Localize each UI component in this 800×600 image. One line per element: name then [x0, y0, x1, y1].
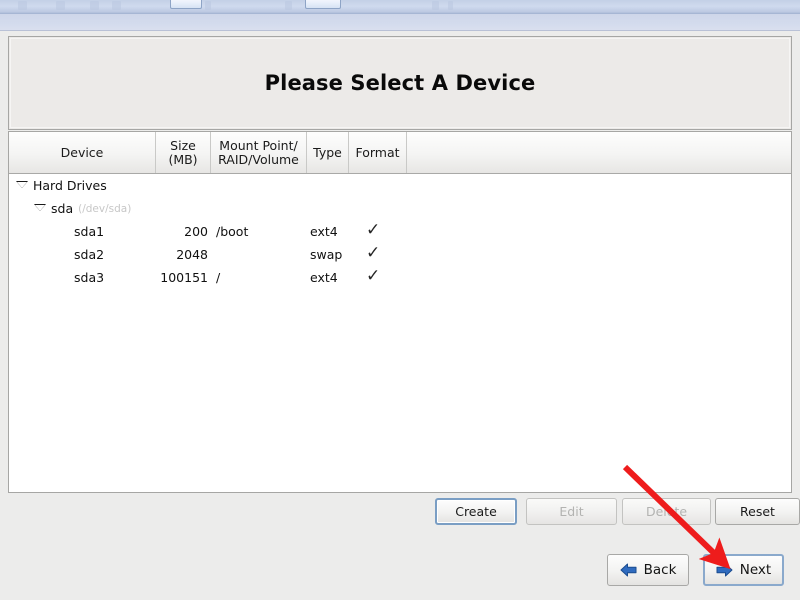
column-header-spacer	[407, 132, 791, 173]
window-chrome-band	[0, 14, 800, 31]
device-path-label: (/dev/sda)	[78, 202, 132, 215]
column-header-mount-line2: RAID/Volume	[218, 151, 299, 167]
table-header-row: Device Size (MB) Mount Point/ RAID/Volum…	[9, 132, 791, 174]
size-value: 100151	[160, 270, 208, 285]
app-window: Please Select A Device Device Size (MB) …	[0, 0, 800, 600]
device-label: sda3	[74, 270, 105, 285]
column-header-type[interactable]: Type	[307, 132, 349, 173]
device-label: sda1	[74, 224, 105, 239]
expander-triangle-icon[interactable]	[16, 180, 28, 191]
table-row[interactable]: sda2 2048 swap ✓	[9, 243, 791, 266]
next-button[interactable]: Next	[703, 554, 784, 586]
title-panel: Please Select A Device	[8, 36, 792, 130]
size-value: 2048	[176, 247, 208, 262]
table-row[interactable]: sda1 200 /boot ext4 ✓	[9, 220, 791, 243]
reset-button[interactable]: Reset	[715, 498, 800, 525]
mount-value: /boot	[216, 224, 249, 239]
format-checkmark-icon: ✓	[366, 220, 381, 240]
table-row[interactable]: Hard Drives	[9, 174, 791, 197]
create-button[interactable]: Create	[435, 498, 517, 525]
next-button-label: Next	[739, 562, 772, 578]
chrome-entry-2	[305, 0, 341, 9]
format-checkmark-icon: ✓	[366, 266, 381, 286]
back-button[interactable]: Back	[607, 554, 689, 586]
device-label: sda2	[74, 247, 105, 262]
arrow-left-icon	[620, 563, 637, 577]
device-tree: Hard Drives sda (/dev/sda) sda1 200 /boo…	[9, 174, 791, 492]
expander-triangle-icon[interactable]	[34, 203, 46, 214]
column-header-mount-point[interactable]: Mount Point/ RAID/Volume	[211, 132, 307, 173]
navigation-button-bar: Back Next	[0, 554, 800, 588]
device-label: sda	[51, 201, 74, 216]
column-header-size-line2: (MB)	[168, 151, 198, 167]
device-table-panel: Device Size (MB) Mount Point/ RAID/Volum…	[8, 131, 792, 493]
edit-button: Edit	[526, 498, 617, 525]
column-header-size-line1: Size	[170, 137, 196, 153]
table-row[interactable]: sda3 100151 / ext4 ✓	[9, 266, 791, 289]
column-header-format[interactable]: Format	[349, 132, 407, 173]
chrome-entry-1	[170, 0, 202, 9]
action-button-bar: Create Edit Delete Reset	[8, 498, 800, 527]
delete-button: Delete	[622, 498, 711, 525]
type-value: swap	[310, 247, 343, 262]
mount-value: /	[216, 270, 221, 285]
back-button-label: Back	[643, 562, 677, 578]
window-chrome-strip	[0, 0, 800, 14]
format-checkmark-icon: ✓	[366, 243, 381, 263]
type-value: ext4	[310, 270, 338, 285]
column-header-size[interactable]: Size (MB)	[156, 132, 211, 173]
device-label: Hard Drives	[33, 178, 107, 193]
column-header-device[interactable]: Device	[9, 132, 156, 173]
size-value: 200	[184, 224, 208, 239]
arrow-right-icon	[716, 563, 733, 577]
type-value: ext4	[310, 224, 338, 239]
column-header-mount-line1: Mount Point/	[219, 137, 298, 153]
page-title: Please Select A Device	[264, 71, 536, 95]
table-row[interactable]: sda (/dev/sda)	[9, 197, 791, 220]
